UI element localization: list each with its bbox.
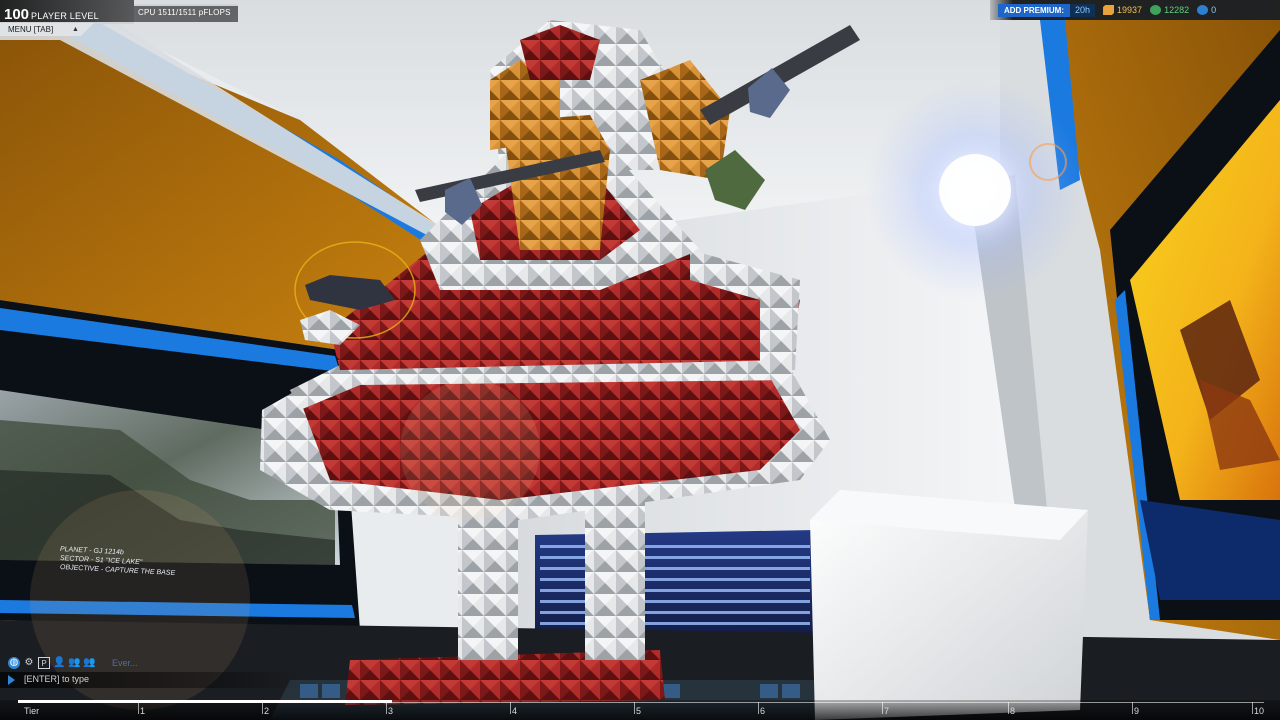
friends-icon[interactable]: 👤 [53, 657, 65, 669]
chat-input[interactable]: [ENTER] to type [0, 672, 300, 688]
gear-icon[interactable]: ⚙ [23, 657, 35, 669]
tier-tick[interactable]: 2 [261, 702, 269, 716]
tech-points-value: 12282 [1164, 5, 1190, 15]
clan-icon[interactable]: 👥 [68, 657, 80, 669]
tier-tick[interactable]: 5 [633, 702, 641, 716]
chat-channel-icons: ◍ ⚙ P 👤 👥 👥 [8, 657, 95, 669]
party-icon[interactable]: P [38, 657, 50, 669]
cosmetic-credits-counter: 0 [1197, 5, 1216, 15]
add-premium-button[interactable]: ADD PREMIUM: [998, 3, 1070, 17]
tier-tick[interactable]: 8 [1007, 702, 1015, 716]
cpu-text: CPU 1511/1511 pFLOPS [138, 8, 231, 17]
tier-tick[interactable]: 7 [881, 702, 889, 716]
player-level-label: PLAYER LEVEL [31, 11, 99, 21]
chat-arrow-icon [8, 675, 15, 685]
tier-progress [18, 700, 392, 703]
menu-button[interactable]: MENU [TAB] [0, 23, 94, 36]
tier-tick[interactable]: 6 [757, 702, 765, 716]
robits-counter: 19937 [1103, 5, 1142, 15]
robits-value: 19937 [1117, 5, 1143, 15]
tier-bar: Tier 1 2 3 4 5 6 7 8 9 10 [0, 700, 1280, 720]
tier-tick[interactable]: 1 [137, 702, 145, 716]
tier-label: Tier [24, 706, 40, 716]
chat-message-ghost: Ever... [112, 658, 138, 668]
tech-points-icon [1150, 5, 1162, 15]
player-level-panel: 100 PLAYER LEVEL [0, 0, 134, 24]
currency-bar: ADD PREMIUM: 20h 19937 12282 0 [990, 0, 1280, 20]
tech-points-counter: 12282 [1150, 5, 1189, 15]
chevron-up-icon: ▲ [72, 26, 79, 33]
cosmetic-credits-icon [1197, 5, 1209, 15]
group-icon[interactable]: 👥 [83, 657, 95, 669]
tier-tick[interactable]: 4 [509, 702, 517, 716]
chat-input-placeholder: [ENTER] to type [24, 674, 90, 684]
premium-time: 20h [1070, 3, 1096, 17]
tier-tick[interactable]: 9 [1131, 702, 1139, 716]
robits-icon [1103, 5, 1115, 15]
menu-label: MENU [TAB] [8, 25, 54, 34]
cosmetic-credits-value: 0 [1211, 5, 1217, 15]
garage-scene [0, 0, 1280, 720]
cpu-panel: CPU 1511/1511 pFLOPS [134, 4, 238, 22]
globe-icon[interactable]: ◍ [8, 657, 20, 669]
player-level-number: 100 [4, 6, 30, 23]
tier-tick[interactable]: 10 [1251, 702, 1264, 716]
tier-tick[interactable]: 3 [385, 702, 393, 716]
